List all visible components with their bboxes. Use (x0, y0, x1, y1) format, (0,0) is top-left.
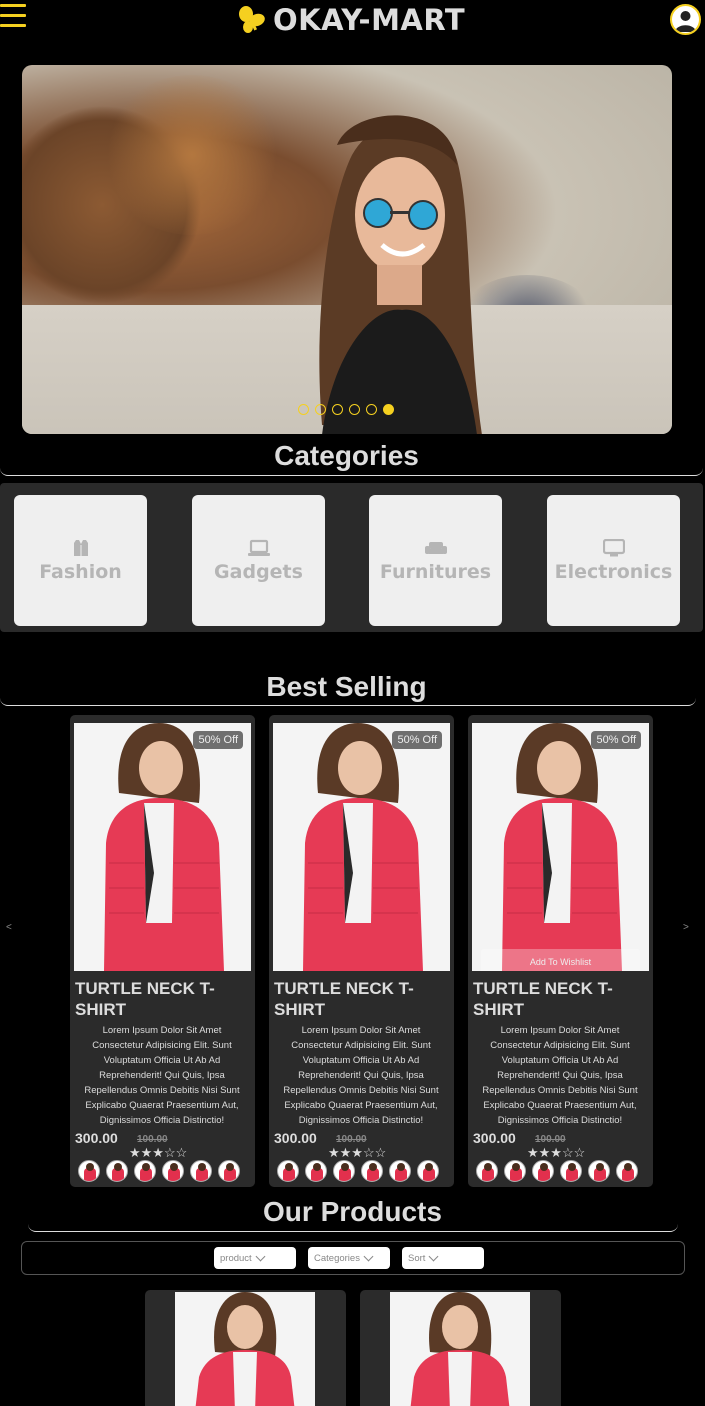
carousel-dot-active[interactable] (383, 404, 394, 415)
variant-thumbnail[interactable] (333, 1160, 355, 1182)
categories-filter-select[interactable]: Categories (308, 1247, 390, 1269)
product-card[interactable]: 50% Off Add To Wishlist TURTLE NECK T-SH… (468, 715, 653, 1187)
carousel-prev-button[interactable]: < (6, 922, 12, 933)
product-card[interactable] (360, 1290, 561, 1406)
brand-name: OKAY-MART (273, 3, 466, 37)
category-furnitures[interactable]: Furnitures (369, 495, 502, 626)
product-name[interactable]: TURTLE NECK T-SHIRT (473, 978, 648, 1020)
variant-thumbnail[interactable] (277, 1160, 299, 1182)
discount-badge: 50% Off (392, 731, 442, 749)
butterfly-icon (239, 6, 265, 33)
carousel-next-button[interactable]: > (683, 922, 689, 933)
category-label: Furnitures (379, 560, 492, 583)
product-name[interactable]: TURTLE NECK T-SHIRT (75, 978, 250, 1020)
variant-thumbnail[interactable] (588, 1160, 610, 1182)
variant-thumbnail[interactable] (417, 1160, 439, 1182)
star-rating: ★★★☆☆ (328, 1145, 387, 1160)
section-divider (28, 1216, 678, 1232)
product-description: Lorem Ipsum Dolor Sit Amet Consectetur A… (283, 1025, 439, 1126)
filter-label: product (220, 1252, 252, 1264)
carousel-dot[interactable] (366, 404, 377, 415)
carousel-dot[interactable] (332, 404, 343, 415)
product-image[interactable]: 50% Off (74, 723, 251, 971)
sort-select[interactable]: Sort (402, 1247, 484, 1269)
hero-model-image (319, 115, 482, 434)
carousel-dot[interactable] (315, 404, 326, 415)
category-label: Fashion (39, 560, 122, 583)
product-description: Lorem Ipsum Dolor Sit Amet Consectetur A… (482, 1025, 638, 1126)
variant-thumbnail[interactable] (532, 1160, 554, 1182)
category-label: Electronics (554, 560, 673, 583)
section-divider (0, 690, 696, 706)
product-image[interactable]: 50% Off Add To Wishlist (472, 723, 649, 971)
product-old-price: 100.00 (137, 1134, 168, 1145)
laptop-icon (247, 539, 270, 556)
brand-logo[interactable]: OKAY-MART (235, 0, 465, 40)
chevron-down-icon (363, 1251, 374, 1261)
hero-carousel[interactable] (22, 65, 672, 434)
product-variant-thumbnails (277, 1160, 439, 1182)
variant-thumbnail[interactable] (134, 1160, 156, 1182)
product-image[interactable]: 50% Off (273, 723, 450, 971)
category-gadgets[interactable]: Gadgets (192, 495, 325, 626)
variant-thumbnail[interactable] (616, 1160, 638, 1182)
category-fashion[interactable]: Fashion (14, 495, 147, 626)
variant-thumbnail[interactable] (162, 1160, 184, 1182)
variant-thumbnail[interactable] (504, 1160, 526, 1182)
product-price: 300.00 (473, 1130, 516, 1146)
variant-thumbnail[interactable] (190, 1160, 212, 1182)
chevron-down-icon (255, 1251, 266, 1261)
product-card[interactable] (145, 1290, 346, 1406)
category-label: Gadgets (214, 560, 303, 583)
hamburger-icon[interactable] (0, 4, 26, 30)
section-divider (0, 460, 703, 476)
user-circle-icon[interactable] (670, 4, 701, 35)
variant-thumbnail[interactable] (106, 1160, 128, 1182)
variant-thumbnail[interactable] (389, 1160, 411, 1182)
variant-thumbnail[interactable] (305, 1160, 327, 1182)
variant-thumbnail[interactable] (361, 1160, 383, 1182)
star-rating: ★★★☆☆ (527, 1145, 586, 1160)
carousel-dot[interactable] (298, 404, 309, 415)
header: OKAY-MART (0, 0, 705, 40)
product-variant-thumbnails (476, 1160, 638, 1182)
category-electronics[interactable]: Electronics (547, 495, 680, 626)
filter-label: Sort (408, 1252, 426, 1264)
chevron-down-icon (428, 1251, 439, 1261)
vest-icon (73, 539, 88, 556)
product-filter-select[interactable]: product (214, 1247, 296, 1269)
product-card[interactable]: 50% Off TURTLE NECK T-SHIRT Lorem Ipsum … (70, 715, 255, 1187)
product-image[interactable] (175, 1292, 315, 1406)
couch-icon (424, 541, 447, 554)
product-price: 300.00 (75, 1130, 118, 1146)
product-old-price: 100.00 (535, 1134, 566, 1145)
product-image[interactable] (390, 1292, 530, 1406)
product-description: Lorem Ipsum Dolor Sit Amet Consectetur A… (84, 1025, 240, 1126)
product-old-price: 100.00 (336, 1134, 367, 1145)
star-rating: ★★★☆☆ (129, 1145, 188, 1160)
product-name[interactable]: TURTLE NECK T-SHIRT (274, 978, 449, 1020)
carousel-indicators (298, 404, 394, 415)
product-price: 300.00 (274, 1130, 317, 1146)
discount-badge: 50% Off (591, 731, 641, 749)
variant-thumbnail[interactable] (218, 1160, 240, 1182)
product-card[interactable]: 50% Off TURTLE NECK T-SHIRT Lorem Ipsum … (269, 715, 454, 1187)
variant-thumbnail[interactable] (560, 1160, 582, 1182)
tv-icon (602, 538, 625, 556)
discount-badge: 50% Off (193, 731, 243, 749)
product-variant-thumbnails (78, 1160, 240, 1182)
variant-thumbnail[interactable] (476, 1160, 498, 1182)
filter-label: Categories (314, 1252, 360, 1264)
carousel-dot[interactable] (349, 404, 360, 415)
add-to-wishlist-button[interactable]: Add To Wishlist (481, 949, 640, 971)
variant-thumbnail[interactable] (78, 1160, 100, 1182)
